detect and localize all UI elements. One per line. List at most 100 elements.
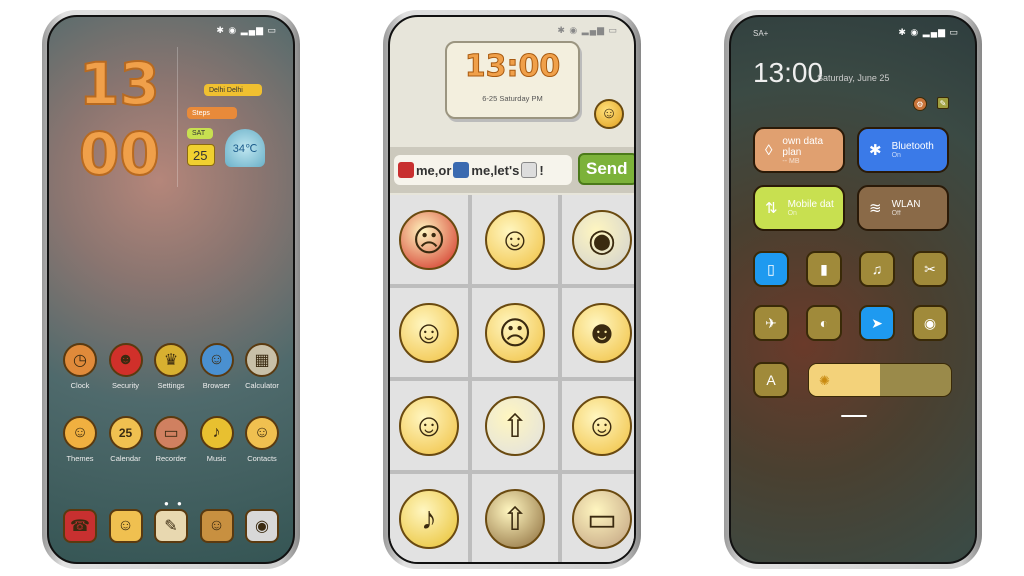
app-label: Calendar [110, 454, 141, 463]
app-label: Contacts [247, 454, 277, 463]
control-center: SA+ ✱ ◉ ▂▄▆ ▭ 13:00 Saturday, June 25 ⚙ … [729, 15, 977, 564]
grin-face-icon: ☺ [485, 209, 545, 270]
sticker[interactable]: ⇧ [472, 381, 558, 470]
sticker[interactable]: ♪ [390, 474, 468, 562]
carrier-label: SA+ [753, 29, 769, 38]
clock-bubble: 13:00 6-25 Saturday PM [445, 41, 580, 119]
saxophone-icon: ♪ [399, 488, 459, 549]
app-calculator[interactable]: ▦ Calculator [239, 343, 285, 390]
eye-icon: ◉ [923, 314, 937, 331]
cc-date: Saturday, June 25 [817, 73, 890, 83]
sticker[interactable]: ◉ [562, 195, 634, 284]
dock-app[interactable]: ✎ [148, 509, 194, 547]
smiley-icon: ☺ [63, 416, 97, 450]
gamepad-icon [521, 162, 538, 178]
message-text: me,let's [471, 162, 520, 178]
calculator-icon: ▦ [245, 343, 279, 377]
sunglasses-face-icon: ☻ [572, 302, 632, 363]
toggle-vibrate[interactable]: ▯ [753, 251, 789, 287]
tile-bluetooth[interactable]: ✱ Bluetooth On [857, 127, 949, 173]
app-label: Themes [66, 454, 94, 463]
clock-date: 6-25 Saturday PM [482, 94, 543, 103]
auto-brightness-button[interactable]: A [753, 362, 789, 398]
dark-mode-icon: ◐ [819, 315, 829, 331]
weather-widget[interactable]: 34℃ [225, 129, 265, 167]
sticker[interactable]: ☻ [562, 288, 634, 377]
dock-app[interactable]: ◉ [239, 509, 285, 547]
home-screen: ✱ ◉ ▂▄▆ ▭ 13 00 Delhi Delhi Steps SAT 25… [47, 15, 295, 564]
app-label: Calculator [245, 381, 279, 390]
sticker[interactable]: ☺ [390, 381, 468, 470]
thinking-face-icon: ☺ [594, 99, 624, 129]
sticker[interactable]: ☺ [562, 381, 634, 470]
tile-status: On [787, 210, 797, 217]
app-label: Music [206, 454, 227, 463]
sticker[interactable]: ☹ [390, 195, 468, 284]
steps-widget[interactable]: Steps [187, 107, 237, 119]
screenshot-icon: ✂ [924, 260, 936, 277]
toggle-screenshot[interactable]: ✂ [912, 251, 948, 287]
app-contacts[interactable]: ☺ Contacts [239, 416, 285, 463]
phone-icon: ☎ [63, 509, 97, 543]
app-security[interactable]: ☻ Security [103, 343, 149, 390]
clock-hour[interactable]: 13 [78, 54, 161, 114]
home-handle[interactable] [841, 415, 867, 417]
brightness-slider[interactable]: ✺ [808, 363, 952, 397]
app-browser[interactable]: ☺ Browser [194, 343, 240, 390]
toggle-airplane[interactable]: ✈ [753, 305, 789, 341]
laughing-face-icon: ☺ [399, 395, 459, 456]
input-bar: me,or me,let's ! Send [390, 147, 634, 193]
tile-wifi[interactable]: ≋ WLAN Off [857, 185, 949, 231]
sticker[interactable]: ⇧ [472, 474, 558, 562]
camera-icon: ◉ [572, 209, 632, 270]
thinking-face-icon: ☺ [245, 416, 279, 450]
meh-face-icon: ☹ [485, 302, 545, 363]
sticker-grid: ☹ ☺ ◉ ☺ ☹ ☻ ☺ ⇧ ☺ ♪ ⇧ ▭ [390, 195, 634, 562]
gallery-icon: ☺ [199, 509, 234, 543]
app-calendar[interactable]: 25 Calendar [103, 416, 149, 463]
page-indicator[interactable]: ● ● [164, 499, 185, 508]
tile-mobile-data[interactable]: ⇅ Mobile dat On [753, 185, 845, 231]
toggle-flashlight[interactable]: ▮ [806, 251, 842, 287]
divider [177, 47, 178, 187]
send-button[interactable]: Send [578, 153, 634, 185]
devil-icon: ☻ [108, 343, 143, 377]
status-bar: ✱ ◉ ▂▄▆ ▭ [216, 25, 277, 35]
app-recorder[interactable]: ▭ Recorder [148, 416, 194, 463]
dock-app[interactable]: ☺ [194, 509, 240, 547]
clock-icon: ◷ [63, 343, 97, 377]
edit-icon[interactable]: ✎ [937, 97, 949, 109]
sticker[interactable]: ☺ [390, 288, 468, 377]
clock-minute[interactable]: 00 [78, 124, 161, 184]
sticker[interactable]: ☺ [472, 195, 558, 284]
mailbox-icon [453, 162, 470, 178]
dock-app[interactable]: ☺ [103, 509, 149, 547]
app-settings[interactable]: ♛ Settings [148, 343, 194, 390]
app-label: Settings [157, 381, 185, 390]
app-label: Clock [70, 381, 90, 390]
cassette-icon: ▭ [154, 416, 188, 450]
wink-face-icon: ☺ [572, 395, 632, 456]
settings-icon[interactable]: ⚙ [913, 97, 927, 111]
sticker[interactable]: ▭ [562, 474, 634, 562]
phone-icon [398, 162, 414, 178]
tile-status: Off [891, 210, 901, 217]
message-input[interactable]: me,or me,let's ! [394, 155, 572, 185]
toggle-dark-mode[interactable]: ◐ [806, 305, 842, 341]
toggle-eye[interactable]: ◉ [912, 305, 948, 341]
tile-label: Bluetooth [891, 141, 934, 152]
app-music[interactable]: ♪ Music [194, 416, 240, 463]
app-clock[interactable]: ◷ Clock [57, 343, 103, 390]
notes-icon: ✎ [154, 509, 188, 543]
sticker[interactable]: ☹ [472, 288, 558, 377]
wifi-icon: ≋ [869, 200, 882, 217]
toggle-location[interactable]: ➤ [859, 305, 895, 341]
airplane-icon: ✈ [765, 314, 777, 331]
app-label: Security [111, 381, 140, 390]
dock-app[interactable]: ☎ [57, 509, 103, 547]
app-themes[interactable]: ☺ Themes [57, 416, 103, 463]
saxophone-icon: ♪ [199, 416, 234, 450]
location-widget[interactable]: Delhi Delhi [204, 84, 262, 96]
toggle-bell[interactable]: ♫ [859, 251, 895, 287]
tile-drop[interactable]: ◊ own data plan -- MB [753, 127, 845, 173]
